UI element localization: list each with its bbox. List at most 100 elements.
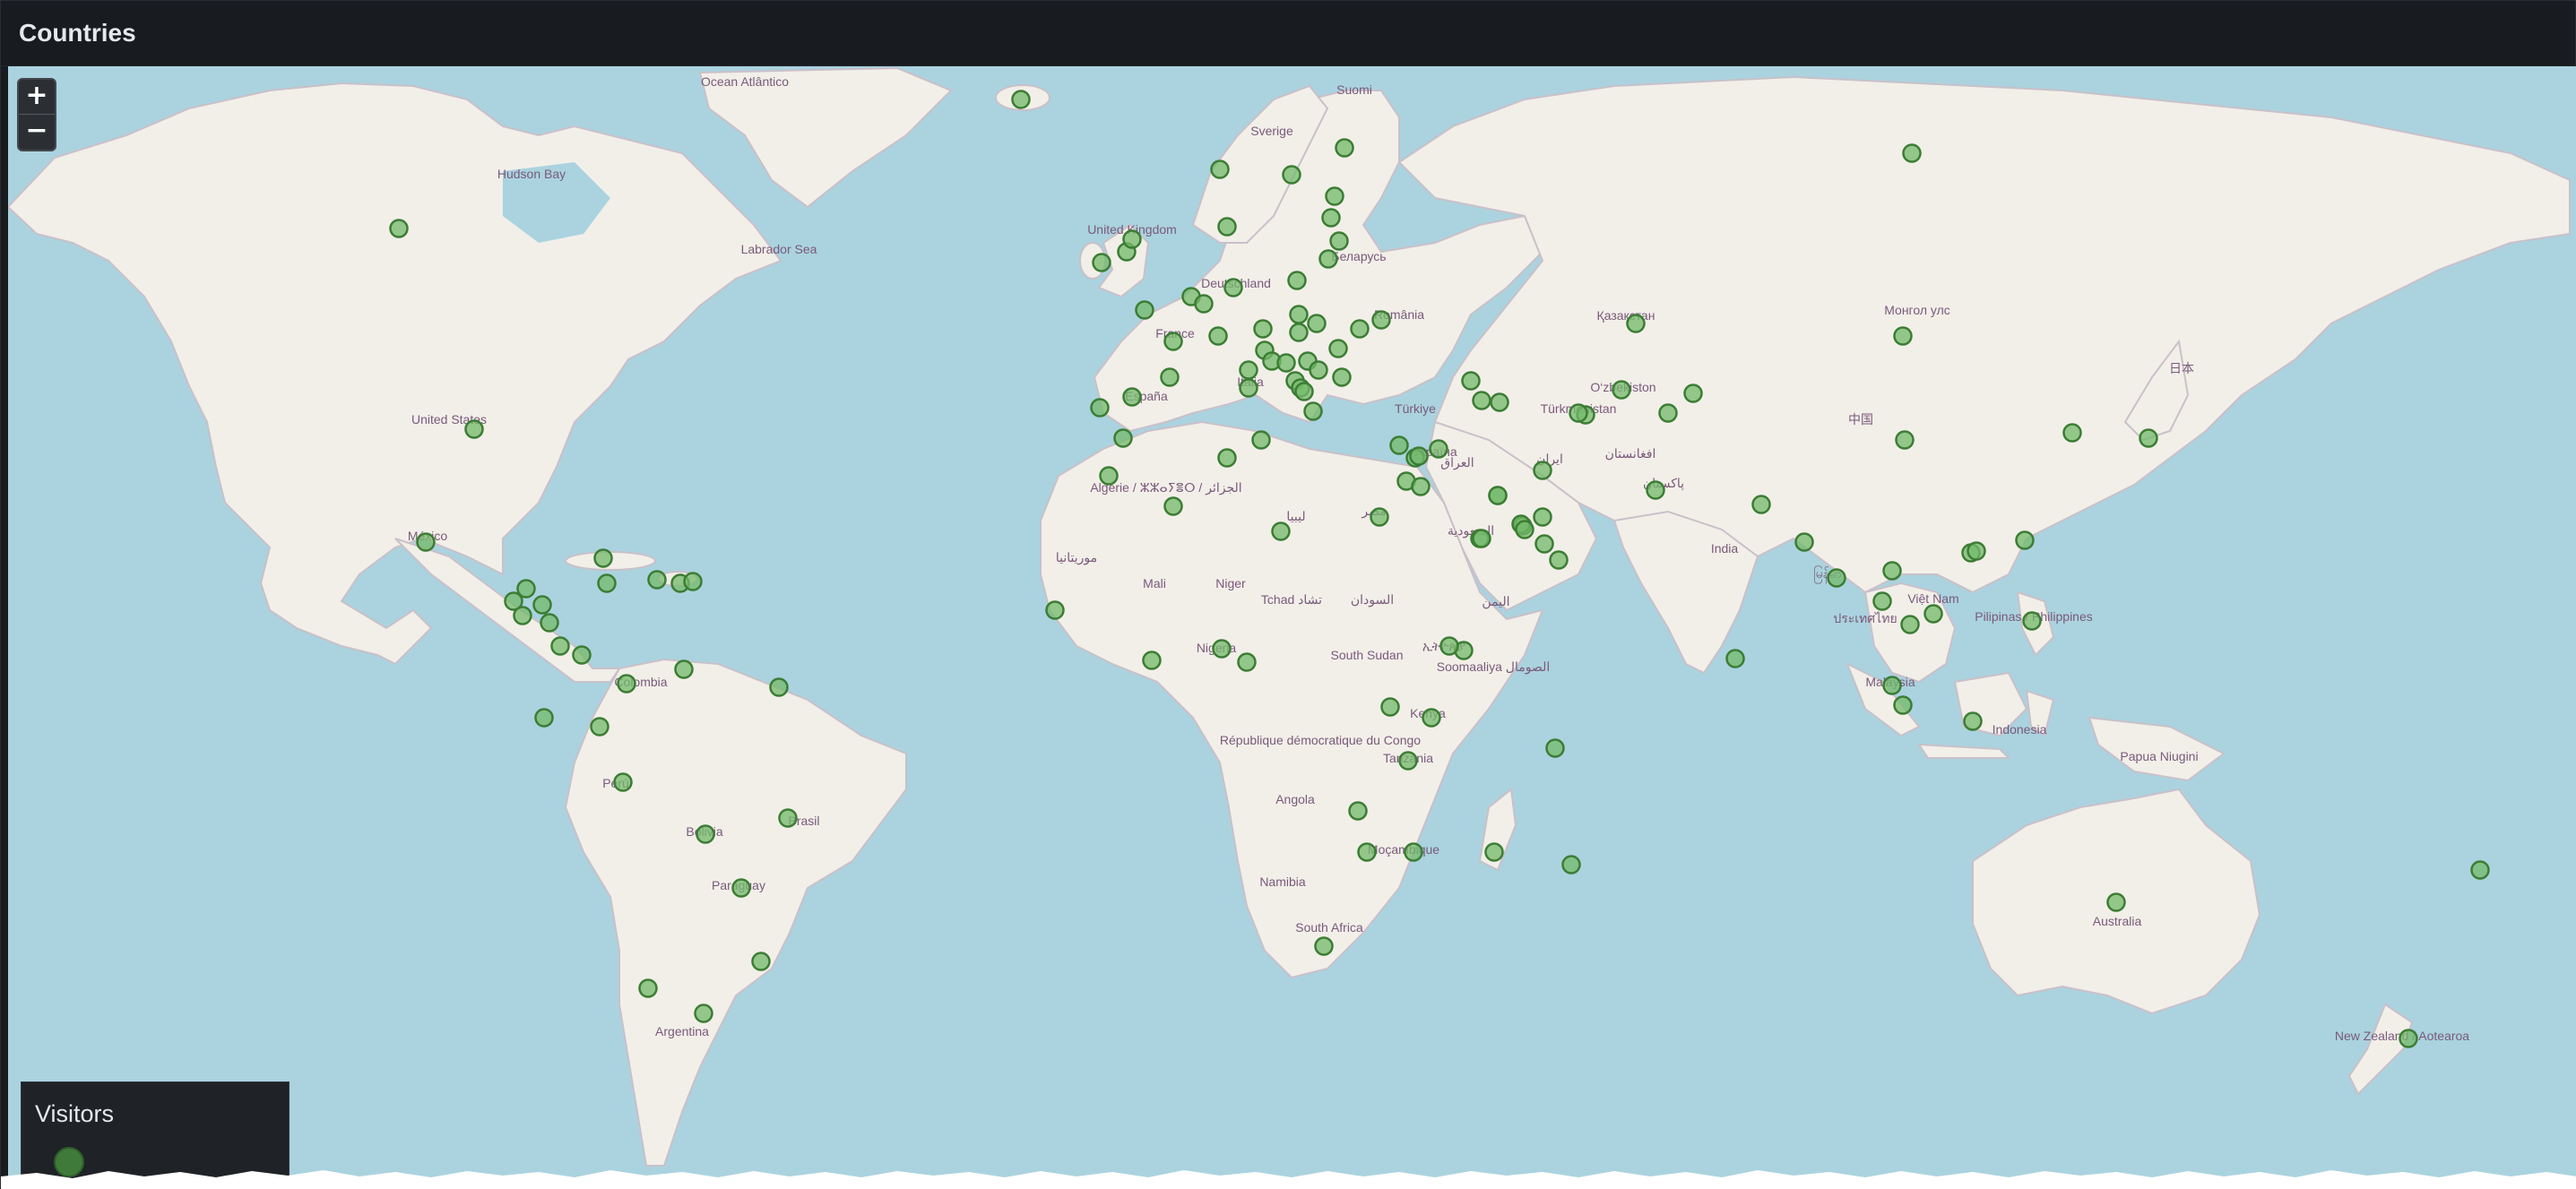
visitor-marker[interactable] (1439, 636, 1459, 656)
visitor-marker[interactable] (1208, 326, 1228, 346)
world-map[interactable]: Ocean Atlântico Hudson Bay Labrador Sea Uni… (8, 66, 2576, 1189)
visitor-marker[interactable] (540, 613, 559, 633)
visitor-marker[interactable] (1325, 186, 1344, 206)
visitor-marker[interactable] (617, 674, 636, 694)
visitor-marker[interactable] (1194, 294, 1214, 314)
visitor-marker[interactable] (1549, 550, 1569, 570)
visitor-marker[interactable] (572, 645, 592, 665)
visitor-marker[interactable] (513, 606, 532, 625)
visitor-marker[interactable] (1900, 615, 1920, 634)
visitor-marker[interactable] (1569, 403, 1588, 423)
visitor-marker[interactable] (613, 772, 633, 792)
visitor-marker[interactable] (1239, 378, 1258, 398)
visitor-marker[interactable] (1472, 529, 1491, 548)
visitor-marker[interactable] (1217, 448, 1237, 468)
visitor-marker[interactable] (1534, 534, 1554, 554)
visitor-marker[interactable] (1318, 249, 1338, 269)
visitor-marker[interactable] (1160, 367, 1180, 387)
visitor-marker[interactable] (1251, 430, 1271, 450)
visitor-marker[interactable] (647, 570, 667, 590)
visitor-marker[interactable] (2015, 530, 2035, 550)
visitor-marker[interactable] (694, 1004, 713, 1023)
visitor-marker[interactable] (1626, 314, 1646, 333)
visitor-marker[interactable] (1122, 229, 1142, 249)
visitor-marker[interactable] (1210, 159, 1230, 179)
visitor-marker[interactable] (2470, 860, 2490, 880)
visitor-marker[interactable] (1294, 382, 1314, 401)
visitor-marker[interactable] (1751, 495, 1771, 514)
visitor-marker[interactable] (1683, 383, 1703, 403)
visitor-marker[interactable] (1827, 568, 1846, 588)
visitor-marker[interactable] (1303, 401, 1323, 421)
visitor-marker[interactable] (1090, 398, 1110, 418)
visitor-marker[interactable] (1239, 360, 1258, 380)
map-canvas[interactable]: Ocean AtlânticoHudson BayLabrador SeaUni… (8, 66, 2576, 1189)
visitor-marker[interactable] (1409, 446, 1429, 466)
visitor-marker[interactable] (731, 878, 751, 898)
visitor-marker[interactable] (1490, 392, 1509, 412)
visitor-marker[interactable] (1646, 480, 1665, 500)
visitor-marker[interactable] (1142, 651, 1162, 670)
visitor-marker[interactable] (1561, 855, 1581, 875)
visitor-marker[interactable] (1217, 217, 1237, 237)
visitor-marker[interactable] (1967, 541, 1986, 561)
visitor-marker[interactable] (532, 595, 552, 615)
visitor-marker[interactable] (2139, 428, 2158, 448)
visitor-marker[interactable] (1429, 439, 1448, 459)
visitor-marker[interactable] (550, 636, 570, 656)
visitor-marker[interactable] (2022, 611, 2042, 631)
visitor-marker[interactable] (1287, 271, 1307, 290)
visitor-marker[interactable] (1099, 466, 1119, 486)
visitor-marker[interactable] (1271, 521, 1291, 541)
visitor-marker[interactable] (751, 952, 771, 971)
visitor-marker[interactable] (2399, 1029, 2418, 1048)
visitor-marker[interactable] (1461, 371, 1481, 391)
visitor-marker[interactable] (593, 548, 613, 568)
visitor-marker[interactable] (638, 978, 658, 998)
visitor-marker[interactable] (1113, 428, 1133, 448)
visitor-marker[interactable] (389, 219, 409, 238)
visitor-marker[interactable] (1963, 711, 1983, 731)
visitor-marker[interactable] (1371, 310, 1391, 330)
visitor-marker[interactable] (1923, 604, 1943, 624)
visitor-marker[interactable] (1309, 360, 1328, 380)
visitor-marker[interactable] (2062, 423, 2082, 443)
visitor-marker[interactable] (1314, 936, 1334, 956)
visitor-marker[interactable] (1533, 461, 1552, 480)
visitor-marker[interactable] (1332, 367, 1352, 387)
visitor-marker[interactable] (464, 419, 484, 439)
visitor-marker[interactable] (1212, 639, 1232, 659)
visitor-marker[interactable] (1411, 477, 1431, 496)
visitor-marker[interactable] (778, 808, 798, 828)
visitor-marker[interactable] (1282, 165, 1301, 185)
visitor-marker[interactable] (1872, 591, 1892, 611)
visitor-marker[interactable] (1380, 697, 1400, 717)
visitor-marker[interactable] (1276, 353, 1296, 373)
visitor-marker[interactable] (1328, 339, 1348, 358)
visitor-marker[interactable] (1045, 600, 1065, 620)
visitor-marker[interactable] (1533, 507, 1552, 527)
visitor-marker[interactable] (1389, 435, 1409, 455)
visitor-marker[interactable] (1289, 323, 1309, 342)
visitor-marker[interactable] (1895, 430, 1915, 450)
visitor-marker[interactable] (696, 824, 715, 844)
visitor-marker[interactable] (769, 677, 789, 697)
visitor-marker[interactable] (1348, 801, 1368, 821)
visitor-marker[interactable] (1545, 738, 1565, 758)
visitor-marker[interactable] (1329, 231, 1349, 251)
visitor-marker[interactable] (1163, 332, 1183, 351)
visitor-marker[interactable] (416, 532, 436, 552)
visitor-marker[interactable] (1893, 695, 1913, 715)
visitor-marker[interactable] (674, 659, 694, 679)
visitor-marker[interactable] (1163, 496, 1183, 516)
visitor-marker[interactable] (590, 717, 609, 737)
visitor-marker[interactable] (2106, 892, 2126, 912)
visitor-marker[interactable] (1515, 520, 1534, 539)
visitor-marker[interactable] (1335, 138, 1354, 158)
visitor-marker[interactable] (1011, 90, 1031, 109)
visitor-marker[interactable] (1893, 326, 1913, 346)
visitor-marker[interactable] (1370, 507, 1389, 527)
visitor-marker[interactable] (1237, 652, 1257, 672)
visitor-marker[interactable] (1122, 387, 1142, 407)
zoom-out-button[interactable]: − (19, 114, 55, 149)
